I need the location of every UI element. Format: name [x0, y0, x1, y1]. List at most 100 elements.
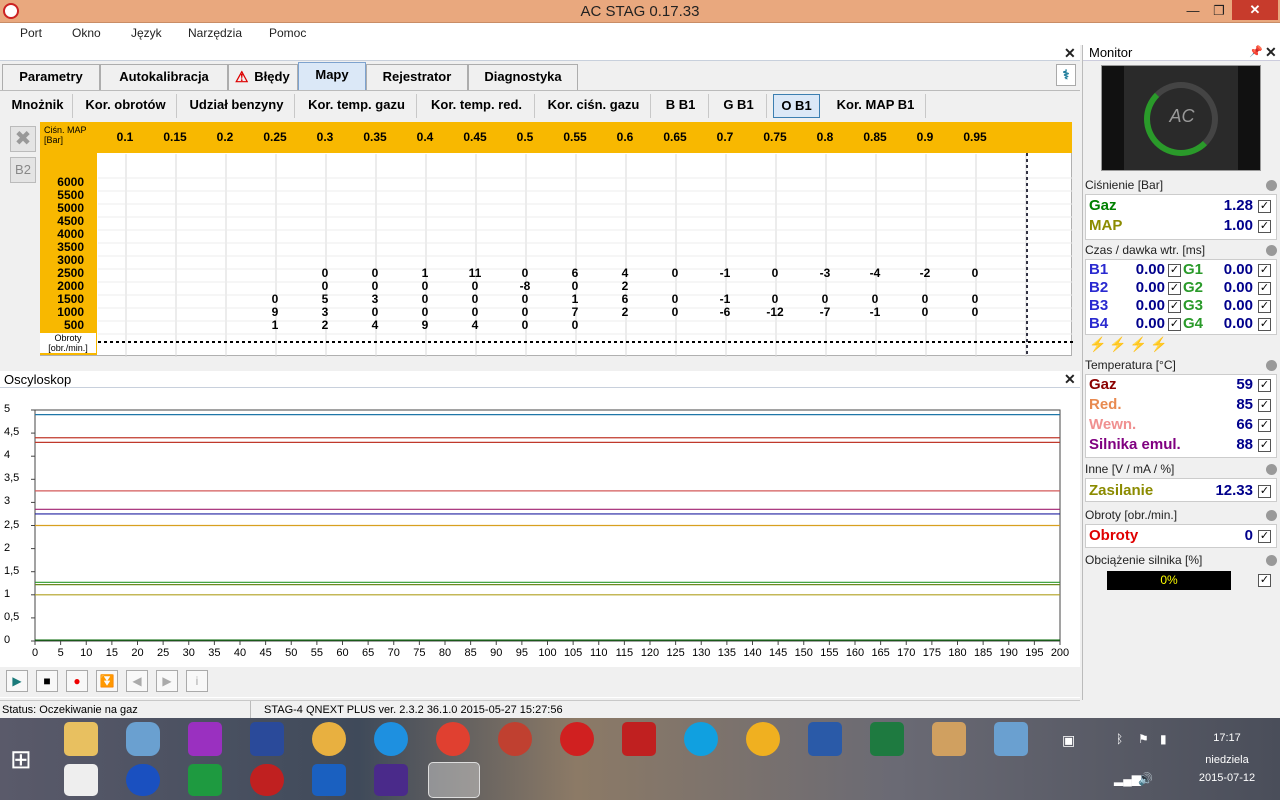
map-cell[interactable]: 7	[560, 305, 590, 319]
close-window-button[interactable]: ✕	[1232, 0, 1278, 20]
system-clock[interactable]: 17:17 niedziela 2015-07-12	[1192, 732, 1262, 784]
map-cell[interactable]: 9	[260, 305, 290, 319]
map-cell[interactable]: 1	[410, 266, 440, 280]
subtab-udzial-benzyny[interactable]: Udział benzyny	[179, 94, 295, 118]
map-cell[interactable]: 4	[360, 318, 390, 332]
map-cell[interactable]: 0	[660, 292, 690, 306]
skype-icon[interactable]	[684, 722, 718, 756]
map-cell[interactable]: -1	[710, 266, 740, 280]
map-cell[interactable]: -2	[910, 266, 940, 280]
map-cell[interactable]: 11	[460, 266, 490, 280]
gas-pressure-checkbox[interactable]: ✓	[1258, 200, 1271, 213]
tab-rejestrator[interactable]: Rejestrator	[366, 64, 468, 90]
battery-tray-icon[interactable]: ▮	[1160, 732, 1167, 746]
map-cell[interactable]: -7	[810, 305, 840, 319]
map-cell[interactable]: 0	[810, 292, 840, 306]
pin-icon[interactable]: 📌	[1249, 45, 1263, 58]
map-cell[interactable]: 0	[360, 266, 390, 280]
menu-okno[interactable]: Okno	[72, 26, 101, 40]
file-explorer-icon[interactable]	[64, 722, 98, 756]
power-app-icon[interactable]	[188, 722, 222, 756]
subtab-kor-map-b1[interactable]: Kor. MAP B1	[826, 94, 926, 118]
map-cell[interactable]: 0	[410, 292, 440, 306]
map-cell[interactable]: 1	[560, 292, 590, 306]
record-button[interactable]: ●	[66, 670, 88, 692]
map-cell[interactable]: 0	[910, 305, 940, 319]
tab-mapy[interactable]: Mapy	[298, 62, 366, 91]
map-cell[interactable]: 0	[660, 266, 690, 280]
map-cell[interactable]: 0	[760, 292, 790, 306]
menu-pomoc[interactable]: Pomoc	[269, 26, 306, 40]
media-app-icon[interactable]	[498, 722, 532, 756]
map-cell[interactable]: 0	[960, 292, 990, 306]
chrome-icon[interactable]	[436, 722, 470, 756]
injector-g-checkbox[interactable]: ✓	[1258, 282, 1271, 295]
info-button[interactable]: i	[186, 670, 208, 692]
display-tray-icon[interactable]: ▣	[1062, 732, 1075, 749]
opera-icon[interactable]	[560, 722, 594, 756]
map-cell[interactable]: 6	[560, 266, 590, 280]
map-cell[interactable]: -6	[710, 305, 740, 319]
map-cell[interactable]: -8	[510, 279, 540, 293]
close-monitor-icon[interactable]: ✕	[1265, 44, 1277, 61]
map-cell[interactable]: 0	[560, 318, 590, 332]
map-cell[interactable]: -1	[710, 292, 740, 306]
collapse-pressure-icon[interactable]	[1266, 180, 1277, 191]
tab-autokalibracja[interactable]: Autokalibracja	[100, 64, 228, 90]
map-cell[interactable]: 2	[610, 305, 640, 319]
map-cell[interactable]: -12	[760, 305, 790, 319]
collapse-rpm-icon[interactable]	[1266, 510, 1277, 521]
maximize-button[interactable]: ❐	[1206, 2, 1232, 20]
tab-bledy[interactable]: ⚠ Błędy	[228, 64, 298, 90]
signal-tray-icon[interactable]: ▂▄▆	[1114, 772, 1141, 786]
tab-diagnostyka[interactable]: Diagnostyka	[468, 64, 578, 90]
flag-tray-icon[interactable]: ⚑	[1138, 732, 1149, 746]
map-cell[interactable]: 0	[460, 305, 490, 319]
subtab-mnoznik[interactable]: Mnożnik	[3, 94, 73, 118]
map-cell[interactable]: 0	[510, 318, 540, 332]
map-cell[interactable]: 0	[310, 266, 340, 280]
bluetooth-tray-icon[interactable]: ᛒ	[1116, 732, 1123, 746]
bank-b2-button[interactable]: B2	[10, 157, 36, 183]
map-cell[interactable]: 0	[860, 292, 890, 306]
save-trace-button[interactable]: ⏬	[96, 670, 118, 692]
engine-load-checkbox[interactable]: ✓	[1258, 574, 1271, 587]
injector-g-checkbox[interactable]: ✓	[1258, 318, 1271, 331]
map-cell[interactable]: 0	[960, 266, 990, 280]
temperature-checkbox[interactable]: ✓	[1258, 399, 1271, 412]
injector-b-checkbox[interactable]: ✓	[1168, 300, 1181, 313]
map-cell[interactable]: 0	[960, 305, 990, 319]
gimp-icon[interactable]	[312, 722, 346, 756]
internet-explorer-icon[interactable]	[374, 722, 408, 756]
map-cell[interactable]: 0	[310, 279, 340, 293]
subtab-kor-temp-red[interactable]: Kor. temp. red.	[419, 94, 535, 118]
map-cell[interactable]: 0	[260, 292, 290, 306]
map-cell[interactable]: 3	[310, 305, 340, 319]
collapse-injection-icon[interactable]	[1266, 245, 1277, 256]
help-icon[interactable]: ⚕	[1056, 64, 1076, 86]
temperature-checkbox[interactable]: ✓	[1258, 419, 1271, 432]
subtab-o-b1[interactable]: O B1	[773, 94, 820, 118]
close-maps-panel-icon[interactable]: ✕	[1064, 45, 1076, 62]
injector-g-checkbox[interactable]: ✓	[1258, 264, 1271, 277]
map-cell[interactable]: 0	[660, 305, 690, 319]
map-cell[interactable]: 4	[610, 266, 640, 280]
voltage-checkbox[interactable]: ✓	[1258, 485, 1271, 498]
temperature-checkbox[interactable]: ✓	[1258, 379, 1271, 392]
map-cell[interactable]: 0	[510, 266, 540, 280]
menu-port[interactable]: Port	[20, 26, 42, 40]
map-cell[interactable]: 0	[460, 292, 490, 306]
video-clapper-icon[interactable]	[64, 764, 98, 796]
map-cell[interactable]: 0	[560, 279, 590, 293]
rpm-checkbox[interactable]: ✓	[1258, 530, 1271, 543]
subtab-b-b1[interactable]: B B1	[653, 94, 709, 118]
store-icon[interactable]	[188, 764, 222, 796]
subtab-kor-obrotow[interactable]: Kor. obrotów	[75, 94, 177, 118]
injector-b-checkbox[interactable]: ✓	[1168, 282, 1181, 295]
map-grid[interactable]	[40, 122, 1073, 357]
volume-tray-icon[interactable]: 🔊	[1138, 772, 1153, 786]
map-cell[interactable]: 6	[610, 292, 640, 306]
collapse-other-icon[interactable]	[1266, 464, 1277, 475]
scroll-right-button[interactable]: ▶	[156, 670, 178, 692]
map-cell[interactable]: 3	[360, 292, 390, 306]
